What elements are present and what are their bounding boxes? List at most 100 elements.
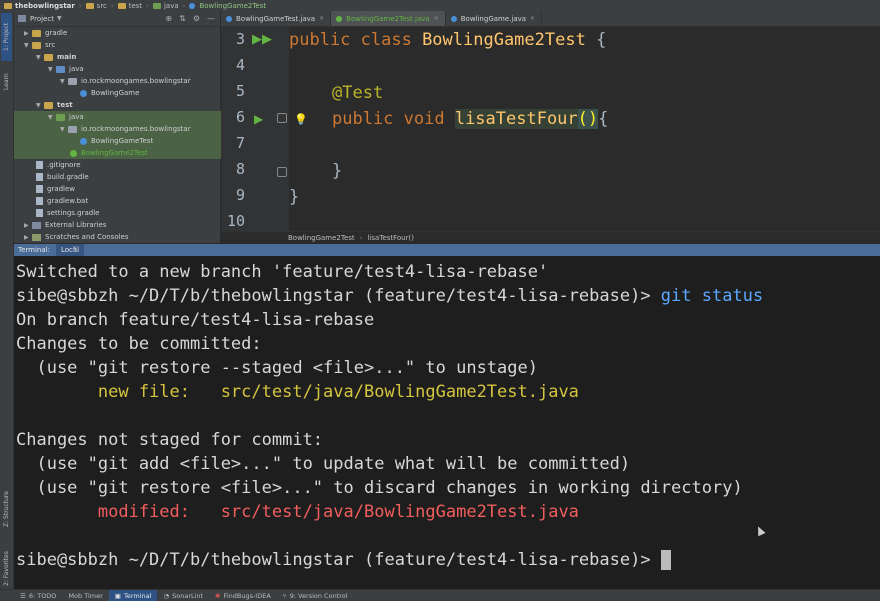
todo-icon: ☰ — [20, 591, 26, 600]
breadcrumb-project[interactable]: thebowlingstar — [4, 2, 75, 10]
gradle-file-icon — [36, 209, 43, 217]
tab-bowlinggametest[interactable]: BowlingGameTest.java ✕ — [221, 11, 332, 26]
folder-icon — [44, 101, 53, 109]
terminal-prompt-line: sibe@sbbzh ~/D/T/b/thebowlingstar (featu… — [16, 548, 671, 572]
folder-icon — [32, 41, 41, 49]
crumb-class[interactable]: BowlingGame2Test — [288, 234, 355, 242]
tree-item-main[interactable]: ▼ main — [14, 51, 242, 63]
mob-timer-tool-button[interactable]: Mob Timer — [62, 590, 108, 601]
breadcrumb-separator: › — [78, 1, 82, 10]
terminal-output[interactable]: Switched to a new branch 'feature/test4-… — [14, 256, 880, 589]
run-all-tests-icon[interactable]: ▶▶ — [252, 32, 272, 47]
hide-panel-icon[interactable]: — — [207, 14, 215, 23]
tree-item-main-java[interactable]: ▼ java — [14, 63, 254, 75]
line-number: 4 — [235, 56, 245, 74]
terminal-line: new file: src/test/java/BowlingGame2Test… — [16, 382, 579, 402]
file-icon — [36, 161, 43, 169]
gear-icon[interactable]: ⚙ — [193, 14, 200, 23]
terminal-line: modified: src/test/java/BowlingGame2Test… — [16, 502, 579, 522]
tree-item-build-gradle[interactable]: build.gradle — [14, 171, 242, 183]
locate-file-icon[interactable]: ⊕ — [165, 14, 172, 23]
chevron-down-icon[interactable]: ▼ — [57, 15, 62, 22]
todo-tool-button[interactable]: ☰ 6: TODO — [14, 590, 62, 601]
close-icon[interactable]: ✕ — [319, 15, 324, 22]
class-icon — [70, 149, 77, 157]
tree-item-gradlew-bat[interactable]: gradlew.bat — [14, 195, 242, 207]
chevron-right-icon[interactable]: ▶ — [24, 30, 32, 37]
tab-bowlinggame2test[interactable]: BowlingGame2Test.java ✕ — [331, 11, 446, 26]
folder-icon — [117, 2, 126, 9]
tab-bowlinggame[interactable]: BowlingGame.java ✕ — [446, 11, 543, 26]
source-folder-icon — [56, 65, 65, 73]
crumb-method[interactable]: lisaTestFour() — [367, 234, 413, 242]
terminal-line: On branch feature/test4-lisa-rebase — [16, 310, 375, 330]
terminal-line: (use "git restore --staged <file>..." to… — [16, 358, 538, 378]
version-control-tool-button[interactable]: ⑂ 9: Version Control — [277, 590, 354, 601]
code-line-6: public void lisaTestFour(){ — [332, 109, 609, 129]
collapse-all-icon[interactable]: ⇅ — [179, 14, 186, 23]
code-editor[interactable]: 💡 public class BowlingGame2Test { @Test … — [289, 27, 880, 231]
tree-item-src[interactable]: ▼ src — [14, 39, 230, 51]
folder-icon — [152, 2, 161, 9]
package-icon — [68, 77, 77, 85]
chevron-down-icon[interactable]: ▼ — [48, 114, 56, 121]
sonarlint-tool-button[interactable]: ◔ SonarLint — [157, 590, 209, 601]
close-icon[interactable]: ✕ — [434, 15, 439, 22]
project-tool-tab[interactable]: 1: Project — [1, 13, 12, 61]
chevron-down-icon[interactable]: ▼ — [60, 126, 68, 133]
terminal-tool-button[interactable]: ▣ Terminal — [108, 590, 158, 601]
code-line-3: public class BowlingGame2Test { — [289, 30, 607, 50]
breadcrumb-item-test[interactable]: test — [117, 2, 142, 10]
tree-item-test[interactable]: ▼ test — [14, 99, 242, 111]
terminal-line: Switched to a new branch 'feature/test4-… — [16, 262, 549, 282]
chevron-right-icon[interactable]: ▶ — [24, 222, 32, 229]
sonarlint-icon: ◔ — [163, 591, 170, 600]
editor-tabs: BowlingGameTest.java ✕ BowlingGame2Test.… — [221, 11, 880, 27]
chevron-right-icon[interactable]: ▶ — [24, 234, 32, 241]
tree-item-test-java[interactable]: ▼ java — [14, 111, 254, 123]
line-number: 8 — [235, 160, 245, 178]
gradle-file-icon — [36, 173, 43, 181]
project-panel-header: Project ▼ ⊕ ⇅ ⚙ — — [14, 11, 220, 27]
breadcrumb-current-file[interactable]: BowlingGame2Test — [189, 2, 266, 10]
learn-tool-tab[interactable]: Learn — [1, 69, 12, 95]
structure-tool-tab[interactable]: Z: Structure — [1, 481, 12, 537]
project-tree: ▶ gradle ▼ src ▼ main ▼ java ▼ io.rockmo… — [14, 27, 286, 243]
chevron-down-icon[interactable]: ▼ — [24, 42, 32, 49]
editor-gutter[interactable]: 3 4 5 6 7 8 9 10 ▶▶ ▶ — [221, 27, 289, 231]
fold-icon[interactable] — [277, 113, 287, 123]
terminal-header: Terminal: Local ✕ — [14, 244, 880, 256]
chevron-down-icon[interactable]: ▼ — [36, 54, 44, 61]
findbugs-tool-button[interactable]: ✱ FindBugs-IDEA — [209, 590, 277, 601]
chevron-down-icon[interactable]: ▼ — [36, 102, 44, 109]
file-icon — [36, 185, 43, 193]
folder-icon — [4, 2, 12, 9]
fold-icon[interactable] — [277, 167, 287, 177]
line-number: 3 — [235, 30, 245, 48]
folder-icon — [44, 53, 53, 61]
tree-item-gradlew[interactable]: gradlew — [14, 183, 242, 195]
breadcrumb-item-java[interactable]: java — [152, 2, 179, 10]
breadcrumb-separator: › — [146, 1, 149, 10]
tree-item-scratches[interactable]: ▶ Scratches and Consoles — [14, 231, 230, 243]
breadcrumb-separator: › — [182, 1, 186, 10]
close-icon[interactable]: ✕ — [72, 245, 77, 252]
chevron-down-icon[interactable]: ▼ — [48, 66, 56, 73]
test-folder-icon — [56, 113, 65, 121]
line-number: 5 — [235, 82, 245, 100]
terminal-icon: ▣ — [114, 591, 121, 600]
terminal-line: sibe@sbbzh ~/D/T/b/thebowlingstar (featu… — [16, 286, 764, 306]
chevron-down-icon[interactable]: ▼ — [60, 78, 68, 85]
run-test-icon[interactable]: ▶ — [254, 112, 263, 126]
close-icon[interactable]: ✕ — [530, 15, 535, 22]
tree-item-gitignore[interactable]: .gitignore — [14, 159, 242, 171]
terminal-tab-local[interactable]: Local — [55, 244, 85, 256]
tree-item-settings-gradle[interactable]: settings.gradle — [14, 207, 242, 219]
breadcrumb-item-src[interactable]: src — [85, 2, 107, 10]
line-number: 7 — [235, 134, 245, 152]
bug-icon: ✱ — [215, 591, 221, 600]
project-view-selector[interactable]: Project — [30, 15, 54, 23]
tree-item-gradle[interactable]: ▶ gradle — [14, 27, 230, 39]
lightbulb-icon[interactable]: 💡 — [294, 113, 308, 126]
tree-item-external-libraries[interactable]: ▶ External Libraries — [14, 219, 230, 231]
